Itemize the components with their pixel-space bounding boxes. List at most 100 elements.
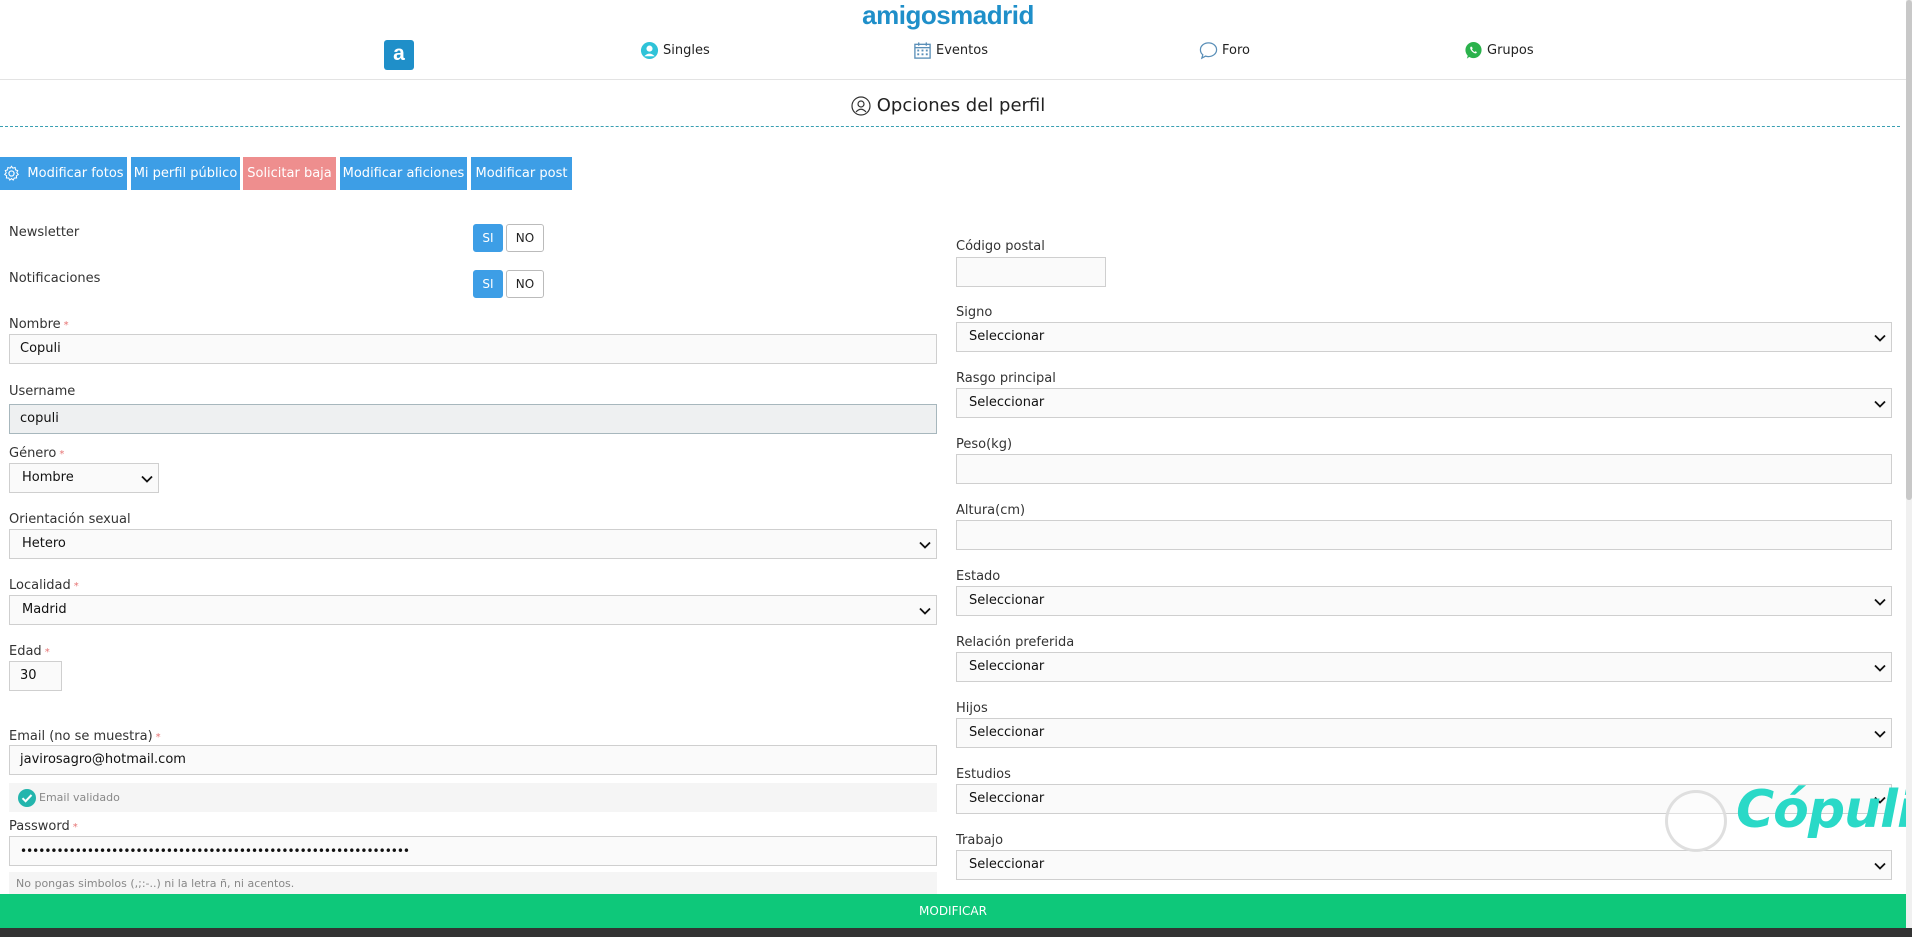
job-select[interactable]: Seleccionar [956,850,1892,880]
required-mark: * [155,732,161,743]
check-circle-icon [18,788,36,807]
age-label-text: Edad [9,644,42,659]
gear-icon [4,165,20,181]
job-select-value: Seleccionar [969,857,1045,872]
chevron-down-icon [1874,664,1886,672]
children-select[interactable]: Seleccionar [956,718,1892,748]
name-label: Nombre * [9,317,69,332]
studies-select-value: Seleccionar [969,791,1045,806]
window-bottom-strip [0,928,1912,937]
modify-hobbies-button[interactable]: Modificar aficiones [340,157,467,190]
profile-icon [851,95,871,116]
status-label: Estado [956,569,1001,584]
sign-select[interactable]: Seleccionar [956,322,1892,352]
username-label: Username [9,384,76,399]
site-logo[interactable]: amigosmadrid [0,0,1896,31]
postal-code-label: Código postal [956,239,1045,254]
required-mark: * [44,647,50,658]
gender-label: Género * [9,446,64,461]
newsletter-yes-toggle[interactable]: SI [473,224,503,252]
children-select-value: Seleccionar [969,725,1045,740]
orientation-label: Orientación sexual [9,512,131,527]
request-unsubscribe-button[interactable]: Solicitar baja [243,157,336,190]
modify-photos-label: Modificar fotos [27,166,124,181]
sign-select-value: Seleccionar [969,329,1045,344]
preferred-relationship-select-value: Seleccionar [969,659,1045,674]
watermark: Cópuli [1736,780,1912,840]
email-validated-note: Email validado [9,783,937,812]
height-input[interactable] [956,520,1892,550]
email-label-text: Email (no se muestra) [9,729,153,744]
height-label: Altura(cm) [956,503,1026,518]
nav-foro[interactable]: Foro [1199,38,1250,62]
calendar-icon [914,41,931,59]
main-trait-select-value: Seleccionar [969,395,1045,410]
status-select-value: Seleccionar [969,593,1045,608]
nav-eventos[interactable]: Eventos [913,38,988,62]
nav-singles[interactable]: Singles [640,38,710,62]
gender-select[interactable]: Hombre [9,463,159,493]
chevron-down-icon [1874,730,1886,738]
weight-input[interactable] [956,454,1892,484]
public-profile-button[interactable]: Mi perfil público [131,157,240,190]
scrollbar-thumb[interactable] [1906,0,1912,500]
locality-label: Localidad * [9,578,79,593]
notifications-no-toggle[interactable]: NO [506,270,544,298]
chevron-down-icon [1874,334,1886,342]
home-badge-icon[interactable]: a [384,40,414,70]
nav-grupos[interactable]: Grupos [1464,38,1534,62]
required-mark: * [59,449,65,460]
nav-eventos-label: Eventos [936,42,988,58]
age-label: Edad * [9,644,50,659]
title-row: Opciones del perfil [0,95,1896,116]
required-mark: * [72,822,78,833]
notifications-yes-toggle[interactable]: SI [473,270,503,298]
chevron-down-icon [919,541,931,549]
newsletter-label: Newsletter [9,225,80,240]
email-input[interactable]: javirosagro@hotmail.com [9,745,937,775]
username-input[interactable]: copuli [9,404,937,434]
newsletter-no-toggle[interactable]: NO [506,224,544,252]
children-label: Hijos [956,701,988,716]
email-label: Email (no se muestra) * [9,729,161,744]
locality-select[interactable]: Madrid [9,595,937,625]
gender-select-value: Hombre [22,470,74,485]
main-trait-select[interactable]: Seleccionar [956,388,1892,418]
orientation-select-value: Hetero [22,536,66,551]
modify-post-button[interactable]: Modificar post [471,157,572,190]
preferred-relationship-select[interactable]: Seleccionar [956,652,1892,682]
chevron-down-icon [919,607,931,615]
chevron-down-icon [141,475,153,483]
nav-grupos-label: Grupos [1487,42,1534,58]
watermark-logo-icon [1665,790,1727,852]
studies-label: Estudios [956,767,1011,782]
password-hint: No pongas simbolos (,;:-..) ni la letra … [9,872,937,894]
age-input[interactable]: 30 [9,661,62,691]
name-label-text: Nombre [9,317,61,332]
locality-label-text: Localidad [9,578,71,593]
required-mark: * [73,581,79,592]
chevron-down-icon [1874,862,1886,870]
job-label: Trabajo [956,833,1004,848]
password-input[interactable]: ••••••••••••••••••••••••••••••••••••••••… [9,836,937,866]
preferred-relationship-label: Relación preferida [956,635,1075,650]
page-title: Opciones del perfil [876,95,1046,116]
status-select[interactable]: Seleccionar [956,586,1892,616]
chevron-down-icon [1874,400,1886,408]
name-input[interactable]: Copuli [9,334,937,364]
nav-foro-label: Foro [1222,42,1250,58]
password-label-text: Password [9,819,70,834]
modify-submit-button[interactable]: MODIFICAR [0,894,1906,928]
orientation-select[interactable]: Hetero [9,529,937,559]
weight-label: Peso(kg) [956,437,1013,452]
user-circle-icon [640,41,659,59]
password-label: Password * [9,819,78,834]
postal-code-input[interactable] [956,257,1106,287]
main-trait-label: Rasgo principal [956,371,1056,386]
required-mark: * [63,320,69,331]
gender-label-text: Género [9,446,57,461]
site-header: amigosmadrid a Singles Eventos Foro Grup… [0,0,1906,80]
modify-photos-button[interactable]: Modificar fotos [0,157,127,190]
chat-bubble-icon [1199,41,1218,59]
chevron-down-icon [1874,598,1886,606]
